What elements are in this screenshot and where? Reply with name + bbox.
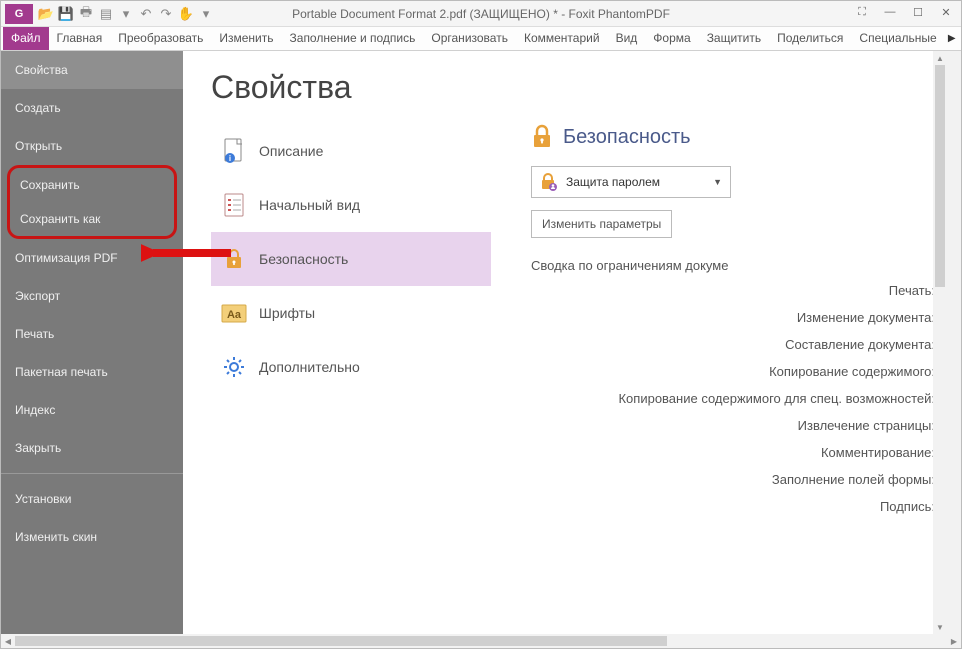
quick-toolbar: 📂 💾 🖶 ▤ ▾ ↶ ↷ ✋ ▾	[37, 5, 215, 23]
prop-item-description[interactable]: i Описание	[211, 124, 491, 178]
tab-comment[interactable]: Комментарий	[516, 27, 608, 50]
window-controls: ⛶ — ☐ ✕	[851, 3, 957, 21]
close-icon[interactable]: ✕	[935, 3, 957, 21]
sidebar-item-print[interactable]: Печать	[1, 315, 183, 353]
hscroll-track[interactable]	[15, 634, 947, 648]
save-icon[interactable]: 💾	[57, 5, 75, 23]
sidebar-item-preferences[interactable]: Установки	[1, 480, 183, 518]
sidebar-divider	[1, 473, 183, 474]
main-area: Свойства Создать Открыть Сохранить Сохра…	[1, 51, 961, 634]
sidebar-item-batch-print[interactable]: Пакетная печать	[1, 353, 183, 391]
print-icon[interactable]: 🖶	[77, 5, 95, 23]
open-icon[interactable]: 📂	[37, 5, 55, 23]
restriction-print: Печать:	[531, 283, 935, 298]
app-button[interactable]: G	[5, 4, 33, 24]
svg-text:Aa: Aa	[227, 309, 242, 321]
fullscreen-icon[interactable]: ⛶	[851, 3, 873, 21]
sidebar-item-optimize-pdf[interactable]: Оптимизация PDF	[1, 239, 183, 277]
prop-item-initial-view[interactable]: Начальный вид	[211, 178, 491, 232]
toolbar-dropdown-icon[interactable]: ▾	[197, 5, 215, 23]
prop-label: Безопасность	[259, 251, 348, 267]
sidebar-item-save-as[interactable]: Сохранить как	[10, 202, 174, 236]
sidebar-item-export[interactable]: Экспорт	[1, 277, 183, 315]
sidebar-item-properties[interactable]: Свойства	[1, 51, 183, 89]
hand-icon[interactable]: ✋	[177, 5, 195, 23]
svg-text:i: i	[229, 154, 231, 163]
hscroll-thumb[interactable]	[15, 636, 667, 646]
restriction-copy-accessibility: Копирование содержимого для спец. возмож…	[531, 391, 935, 406]
restriction-copy-content: Копирование содержимого:	[531, 364, 935, 379]
sidebar-item-save[interactable]: Сохранить	[10, 168, 174, 202]
redo-icon[interactable]: ↷	[157, 5, 175, 23]
fonts-icon: Aa	[221, 300, 247, 326]
lock-large-icon	[531, 124, 553, 150]
sidebar-item-create[interactable]: Создать	[1, 89, 183, 127]
scroll-thumb[interactable]	[935, 65, 945, 287]
content-panel: Свойства i Описание Начальный вид	[183, 51, 961, 634]
security-detail-panel: Безопасность Защита паролем Изменить пар…	[531, 124, 935, 526]
scroll-up-icon[interactable]: ▲	[933, 51, 947, 65]
scroll-left-icon[interactable]: ◀	[1, 634, 15, 648]
dropdown-value: Защита паролем	[566, 175, 660, 189]
titlebar: G 📂 💾 🖶 ▤ ▾ ↶ ↷ ✋ ▾ Portable Document Fo…	[1, 1, 961, 27]
restriction-extract-page: Извлечение страницы:	[531, 418, 935, 433]
tab-share[interactable]: Поделиться	[769, 27, 851, 50]
scroll-right-icon[interactable]: ▶	[947, 634, 961, 648]
tab-special[interactable]: Специальные	[851, 27, 944, 50]
restrictions-list: Печать: Изменение документа: Составление…	[531, 283, 935, 514]
document-title: Portable Document Format 2.pdf (ЗАЩИЩЕНО…	[292, 7, 670, 21]
tab-home[interactable]: Главная	[49, 27, 111, 50]
page-title: Свойства	[211, 69, 935, 106]
restrictions-summary-title: Сводка по ограничениям докуме	[531, 258, 935, 273]
lock-small-icon	[540, 172, 558, 192]
property-category-list: i Описание Начальный вид Безопасность	[211, 124, 491, 526]
undo-icon[interactable]: ↶	[137, 5, 155, 23]
prop-item-security[interactable]: Безопасность	[211, 232, 491, 286]
prop-label: Описание	[259, 143, 323, 159]
file-sidebar: Свойства Создать Открыть Сохранить Сохра…	[1, 51, 183, 634]
restriction-form-fill: Заполнение полей формы:	[531, 472, 935, 487]
sidebar-item-close[interactable]: Закрыть	[1, 429, 183, 467]
gear-icon	[221, 354, 247, 380]
sidebar-item-open[interactable]: Открыть	[1, 127, 183, 165]
prop-label: Шрифты	[259, 305, 315, 321]
restriction-commenting: Комментирование:	[531, 445, 935, 460]
restriction-assemble-doc: Составление документа:	[531, 337, 935, 352]
prop-item-fonts[interactable]: Aa Шрифты	[211, 286, 491, 340]
vertical-scrollbar[interactable]: ▲ ▼	[933, 51, 947, 634]
annotation-highlight-box: Сохранить Сохранить как	[7, 165, 177, 239]
checklist-icon	[221, 192, 247, 218]
restriction-signing: Подпись:	[531, 499, 935, 514]
tab-form[interactable]: Форма	[645, 27, 698, 50]
page-info-icon: i	[221, 138, 247, 164]
menubar: Файл Главная Преобразовать Изменить Запо…	[1, 27, 961, 51]
stack-icon[interactable]: ▤	[97, 5, 115, 23]
tab-file[interactable]: Файл	[3, 27, 49, 50]
change-params-button[interactable]: Изменить параметры	[531, 210, 672, 238]
restriction-edit-doc: Изменение документа:	[531, 310, 935, 325]
prop-label: Начальный вид	[259, 197, 360, 213]
tab-view[interactable]: Вид	[608, 27, 646, 50]
menubar-overflow-icon[interactable]: ▶	[945, 27, 959, 50]
sidebar-item-skin[interactable]: Изменить скин	[1, 518, 183, 556]
prop-label: Дополнительно	[259, 359, 360, 375]
tab-protect[interactable]: Защитить	[699, 27, 769, 50]
app-button-letter: G	[15, 8, 24, 20]
tab-edit[interactable]: Изменить	[211, 27, 281, 50]
scroll-track[interactable]	[933, 65, 947, 620]
tab-organize[interactable]: Организовать	[423, 27, 516, 50]
sidebar-item-index[interactable]: Индекс	[1, 391, 183, 429]
lock-icon	[221, 246, 247, 272]
prop-item-advanced[interactable]: Дополнительно	[211, 340, 491, 394]
horizontal-scrollbar[interactable]: ◀ ▶	[1, 634, 961, 648]
minimize-icon[interactable]: —	[879, 3, 901, 21]
tab-convert[interactable]: Преобразовать	[110, 27, 211, 50]
more-icon[interactable]: ▾	[117, 5, 135, 23]
maximize-icon[interactable]: ☐	[907, 3, 929, 21]
scroll-down-icon[interactable]: ▼	[933, 620, 947, 634]
tab-fill-sign[interactable]: Заполнение и подпись	[282, 27, 424, 50]
security-method-dropdown[interactable]: Защита паролем	[531, 166, 731, 198]
security-heading: Безопасность	[563, 126, 691, 149]
